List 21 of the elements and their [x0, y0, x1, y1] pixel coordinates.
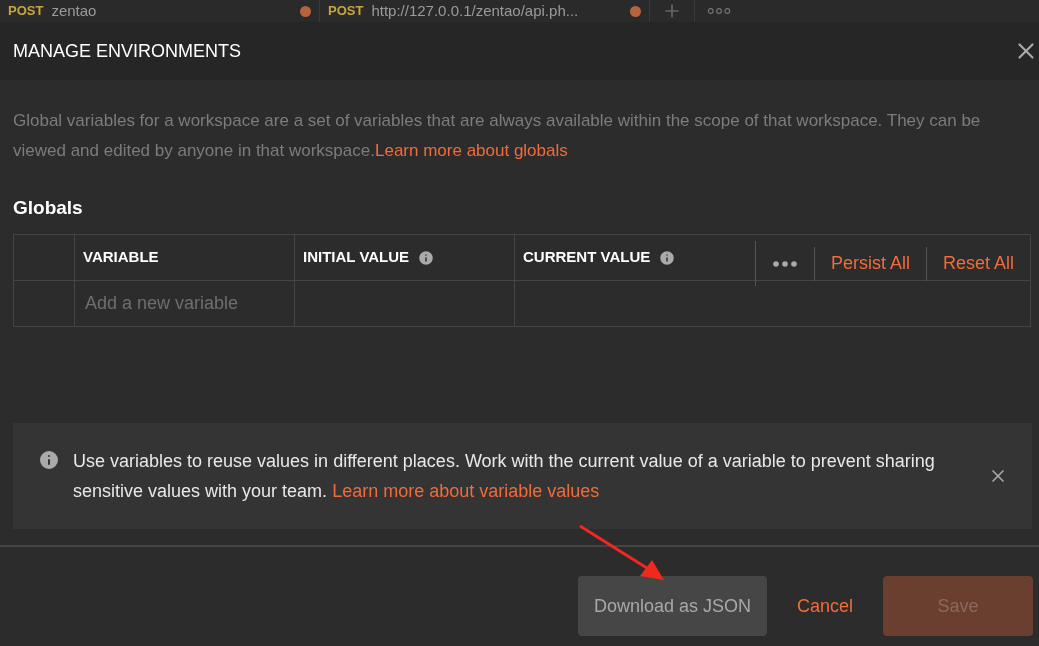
- globals-link[interactable]: Learn more about globals: [374, 141, 568, 160]
- method-label: POST: [328, 2, 364, 21]
- download-button[interactable]: Download as JSON: [577, 576, 767, 636]
- tab-title: zentao: [51, 0, 98, 21]
- globals-description: Global variables for a workspace are a set of variables that are always available within the scope of that workspace. They can be viewed and edited by anyone in that workspace.Learn more about globals: [13, 110, 982, 162]
- banner-text: Use variables to reuse values in different places. Work with the current value of a variable to prevent sharing sensitive values with your team. Learn more about variable values: [73, 450, 936, 503]
- column-header: INITIAL VALUE: [303, 247, 410, 268]
- info-icon: [37, 448, 61, 472]
- variable-input[interactable]: Add a new variable: [75, 281, 295, 326]
- method-label: POST: [8, 2, 44, 21]
- variable-values-link[interactable]: Learn more about variable values: [332, 481, 600, 501]
- cancel-link[interactable]: Cancel: [780, 576, 869, 636]
- column-header: CURRENT VALUE: [523, 247, 651, 268]
- more-icon[interactable]: [771, 259, 798, 268]
- section-title: Globals: [13, 196, 84, 220]
- table-action-link[interactable]: Reset All: [926, 246, 1030, 281]
- tab-title: http://127.0.0.1/zentao/api.ph...: [371, 0, 580, 21]
- column-header: VARIABLE: [83, 247, 159, 268]
- modal-title: MANAGE ENVIRONMENTS: [13, 39, 242, 63]
- more-icon[interactable]: [707, 7, 731, 15]
- table-action-link[interactable]: Persist All: [814, 246, 927, 281]
